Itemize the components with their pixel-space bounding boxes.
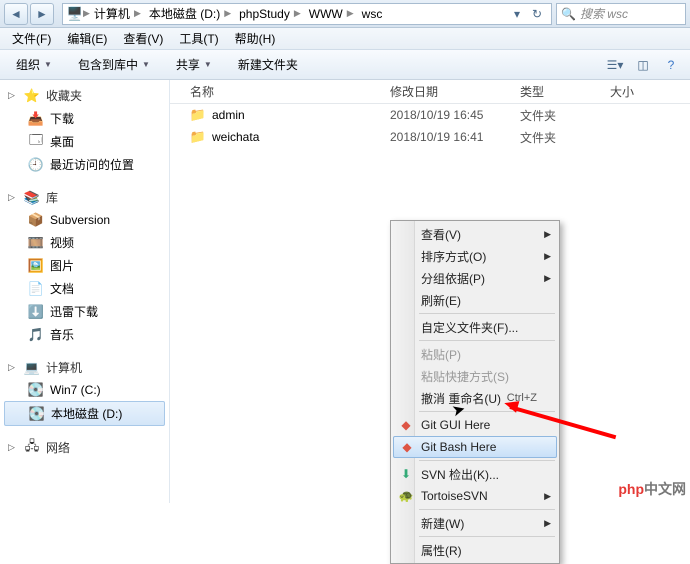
- view-mode-button[interactable]: ☰▾: [604, 58, 626, 72]
- computer-icon: 💻: [24, 360, 40, 376]
- sidebar-libraries[interactable]: ▷📚库: [0, 186, 169, 209]
- menubar: 文件(F) 编辑(E) 查看(V) 工具(T) 帮助(H): [0, 28, 690, 50]
- include-library-button[interactable]: 包含到库中▼: [70, 53, 158, 76]
- organize-button[interactable]: 组织▼: [8, 53, 60, 76]
- toolbar: 组织▼ 包含到库中▼ 共享▼ 新建文件夹 ☰▾ ◫ ?: [0, 50, 690, 80]
- column-type[interactable]: 类型: [520, 83, 610, 100]
- list-item[interactable]: 📁weichata 2018/10/19 16:41 文件夹: [170, 126, 690, 148]
- forward-button[interactable]: ►: [30, 3, 54, 25]
- menu-help[interactable]: 帮助(H): [227, 28, 284, 49]
- breadcrumb[interactable]: 本地磁盘 (D:)▶: [145, 5, 235, 22]
- sidebar-item-videos[interactable]: 🎞️视频: [0, 231, 169, 254]
- drive-icon: 💽: [29, 406, 45, 422]
- context-menu: 查看(V)▶ 排序方式(O)▶ 分组依据(P)▶ 刷新(E) 自定义文件夹(F)…: [390, 220, 560, 564]
- column-date[interactable]: 修改日期: [390, 83, 520, 100]
- folder-icon: 📁: [190, 107, 206, 123]
- svn-icon: 📦: [28, 212, 44, 228]
- sidebar-item-recent[interactable]: 🕘最近访问的位置: [0, 153, 169, 176]
- sidebar-item-downloads[interactable]: 📥下载: [0, 107, 169, 130]
- dropdown-icon[interactable]: ▾: [507, 7, 527, 21]
- ctx-paste: 粘贴(P): [393, 343, 557, 365]
- computer-icon: 🖥️: [67, 6, 83, 22]
- search-icon: 🔍: [561, 7, 576, 21]
- recent-icon: 🕘: [28, 157, 44, 173]
- folder-icon: 📁: [190, 129, 206, 145]
- download-icon: 📥: [28, 111, 44, 127]
- sidebar-item-pictures[interactable]: 🖼️图片: [0, 254, 169, 277]
- back-button[interactable]: ◄: [4, 3, 28, 25]
- drive-icon: 💽: [28, 382, 44, 398]
- tortoise-icon: 🐢: [398, 489, 414, 503]
- help-button[interactable]: ?: [660, 58, 682, 72]
- picture-icon: 🖼️: [28, 258, 44, 274]
- desktop-icon: 🗔: [28, 134, 44, 150]
- nav-buttons: ◄ ►: [4, 3, 54, 25]
- document-icon: 📄: [28, 281, 44, 297]
- file-type: 文件夹: [520, 129, 610, 146]
- ctx-refresh[interactable]: 刷新(E): [393, 289, 557, 311]
- ctx-undo[interactable]: 撤消 重命名(U)Ctrl+Z: [393, 387, 557, 409]
- sidebar-item-desktop[interactable]: 🗔桌面: [0, 130, 169, 153]
- titlebar: ◄ ► 🖥️ ▶ 计算机▶ 本地磁盘 (D:)▶ phpStudy▶ WWW▶ …: [0, 0, 690, 28]
- ctx-view[interactable]: 查看(V)▶: [393, 223, 557, 245]
- column-name[interactable]: 名称: [190, 83, 390, 100]
- ctx-new[interactable]: 新建(W)▶: [393, 512, 557, 534]
- chevron-right-icon: ▶: [83, 8, 90, 19]
- network-icon: 🖧: [24, 440, 40, 456]
- file-date: 2018/10/19 16:41: [390, 130, 520, 144]
- file-list[interactable]: 名称 修改日期 类型 大小 📁admin 2018/10/19 16:45 文件…: [170, 80, 690, 503]
- column-size[interactable]: 大小: [610, 83, 670, 100]
- ctx-tortoisesvn[interactable]: 🐢TortoiseSVN▶: [393, 485, 557, 507]
- sidebar-item-music[interactable]: 🎵音乐: [0, 323, 169, 346]
- git-icon: ◆: [399, 440, 415, 454]
- breadcrumb[interactable]: 计算机▶: [90, 5, 145, 22]
- menu-edit[interactable]: 编辑(E): [59, 28, 115, 49]
- menu-tools[interactable]: 工具(T): [171, 28, 226, 49]
- address-bar[interactable]: 🖥️ ▶ 计算机▶ 本地磁盘 (D:)▶ phpStudy▶ WWW▶ wsc …: [62, 3, 552, 25]
- search-input[interactable]: 🔍 搜索 wsc: [556, 3, 686, 25]
- breadcrumb[interactable]: phpStudy▶: [235, 7, 305, 21]
- sidebar-item-drive-c[interactable]: 💽Win7 (C:): [0, 379, 169, 401]
- star-icon: ⭐: [24, 88, 40, 104]
- breadcrumb[interactable]: WWW▶: [305, 7, 358, 21]
- sidebar-item-xunlei[interactable]: ⬇️迅雷下载: [0, 300, 169, 323]
- sidebar-computer[interactable]: ▷💻计算机: [0, 356, 169, 379]
- ctx-group[interactable]: 分组依据(P)▶: [393, 267, 557, 289]
- preview-pane-button[interactable]: ◫: [632, 58, 654, 72]
- sidebar-item-subversion[interactable]: 📦Subversion: [0, 209, 169, 231]
- xunlei-icon: ⬇️: [28, 304, 44, 320]
- share-button[interactable]: 共享▼: [168, 53, 220, 76]
- ctx-customize[interactable]: 自定义文件夹(F)...: [393, 316, 557, 338]
- sidebar-item-documents[interactable]: 📄文档: [0, 277, 169, 300]
- file-date: 2018/10/19 16:45: [390, 108, 520, 122]
- refresh-icon[interactable]: ↻: [527, 7, 547, 21]
- video-icon: 🎞️: [28, 235, 44, 251]
- ctx-git-bash[interactable]: ◆Git Bash Here: [393, 436, 557, 458]
- file-type: 文件夹: [520, 107, 610, 124]
- git-icon: ◆: [398, 418, 414, 432]
- breadcrumb[interactable]: wsc: [358, 7, 387, 21]
- navigation-pane: ▷⭐收藏夹 📥下载 🗔桌面 🕘最近访问的位置 ▷📚库 📦Subversion 🎞…: [0, 80, 170, 503]
- search-placeholder: 搜索 wsc: [580, 5, 628, 22]
- main-area: ▷⭐收藏夹 📥下载 🗔桌面 🕘最近访问的位置 ▷📚库 📦Subversion 🎞…: [0, 80, 690, 503]
- list-item[interactable]: 📁admin 2018/10/19 16:45 文件夹: [170, 104, 690, 126]
- menu-file[interactable]: 文件(F): [4, 28, 59, 49]
- ctx-properties[interactable]: 属性(R): [393, 539, 557, 561]
- menu-view[interactable]: 查看(V): [115, 28, 171, 49]
- column-headers: 名称 修改日期 类型 大小: [170, 80, 690, 104]
- watermark: php中文网: [618, 479, 686, 499]
- sidebar-network[interactable]: ▷🖧网络: [0, 436, 169, 459]
- ctx-sort[interactable]: 排序方式(O)▶: [393, 245, 557, 267]
- library-icon: 📚: [24, 190, 40, 206]
- new-folder-button[interactable]: 新建文件夹: [230, 53, 306, 76]
- ctx-git-gui[interactable]: ◆Git GUI Here: [393, 414, 557, 436]
- ctx-svn-checkout[interactable]: ⬇SVN 检出(K)...: [393, 463, 557, 485]
- music-icon: 🎵: [28, 327, 44, 343]
- svn-icon: ⬇: [398, 467, 414, 481]
- sidebar-favorites[interactable]: ▷⭐收藏夹: [0, 84, 169, 107]
- ctx-paste-shortcut: 粘贴快捷方式(S): [393, 365, 557, 387]
- sidebar-item-drive-d[interactable]: 💽本地磁盘 (D:): [4, 401, 165, 426]
